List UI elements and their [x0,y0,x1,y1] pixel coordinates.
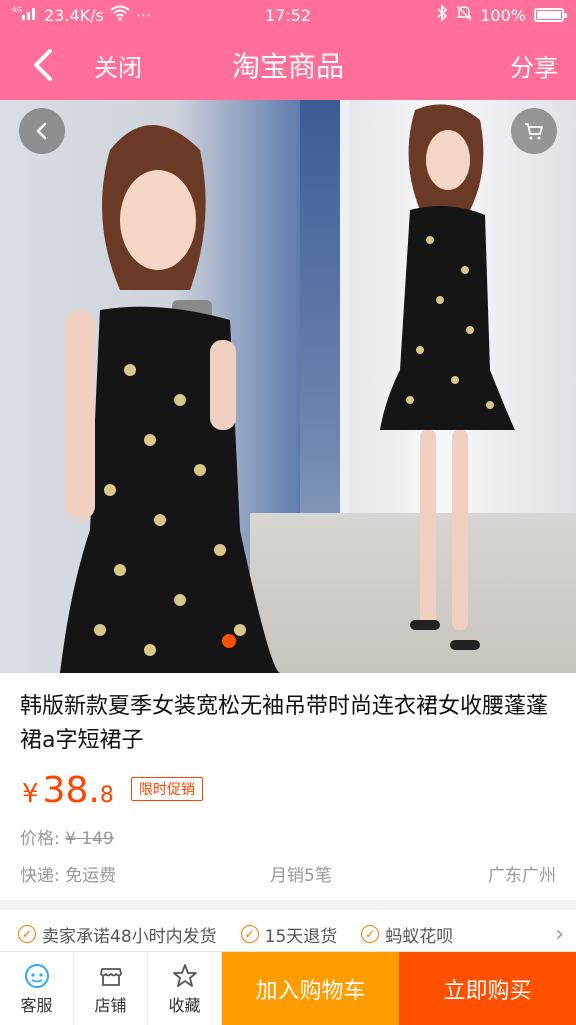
service-item: ✓ 卖家承诺48小时内发货 [18,922,217,947]
chevron-left-icon [36,122,47,140]
chevron-right-icon: › [555,921,564,947]
back-button[interactable] [0,30,58,100]
price-decimal: 8 [99,783,114,808]
original-price: 价格: ¥ 149 [20,824,114,849]
add-to-cart-button[interactable]: 加入购物车 [222,952,399,1025]
battery-icon [534,8,567,22]
carousel-indicator-dot [222,634,236,648]
service-item: ✓ 蚂蚁花呗 [361,922,453,947]
mute-icon [456,5,472,25]
wifi-icon [110,5,130,25]
signal-icon: 4G [12,5,38,25]
network-speed: 23.4K/s [44,5,104,25]
currency-symbol: ¥ [22,779,39,809]
product-title: 韩版新款夏季女装宽松无袖吊带时尚连衣裙女收腰蓬蓬裙a字短裙子 [20,694,549,753]
product-photo-model-1 [60,125,280,673]
page-title: 淘宝商品 [231,50,344,83]
original-price-label: 价格: [20,829,60,849]
original-price-value: ¥ 149 [65,829,114,849]
check-circle-icon: ✓ [240,925,259,943]
section-divider [0,900,576,910]
ship-location: 广东广州 [488,866,556,886]
price-integer: 38. [42,770,100,811]
shopping-cart-icon [525,123,543,140]
service-item: ✓ 15天退货 [240,922,337,947]
check-circle-icon: ✓ [18,925,36,943]
bluetooth-icon [436,4,448,25]
favorite-button[interactable]: 收藏 [148,952,222,1025]
customer-service-button[interactable]: 客服 [0,952,74,1025]
product-price: ¥ 38. 8 [22,770,114,811]
battery-percent: 100% [480,5,526,25]
shop-button[interactable]: 店铺 [74,952,148,1025]
share-button[interactable]: 分享 [510,48,558,83]
cart-button[interactable] [511,108,557,154]
status-bar: 4G 23.4K/s ··· 17:52 100% [0,0,576,30]
monthly-sales: 月销5笔 [270,866,332,886]
star-icon [172,963,197,987]
product-photo-model-2 [380,104,515,650]
product-image-carousel[interactable] [0,100,576,673]
customer-service-icon [24,963,49,988]
shop-icon [99,967,122,986]
shipping-info: 快递: 免运费 [20,866,117,886]
gallery-back-button[interactable] [19,108,65,154]
svg-text:4G: 4G [12,6,22,14]
service-guarantees[interactable]: ✓ 卖家承诺48小时内发货 ✓ 15天退货 ✓ 蚂蚁花呗 › [18,920,564,948]
promo-badge: 限时促销 [131,777,203,801]
back-arrow-icon [34,49,52,81]
buy-now-button[interactable]: 立即购买 [399,952,576,1025]
bottom-action-bar: 客服 店铺 收藏 加入购物车 立即购买 [0,951,576,1025]
nav-bar: 关闭 淘宝商品 分享 [0,30,576,100]
close-button[interactable]: 关闭 [94,48,142,83]
more-icon: ··· [135,5,152,25]
check-circle-icon: ✓ [361,925,380,943]
